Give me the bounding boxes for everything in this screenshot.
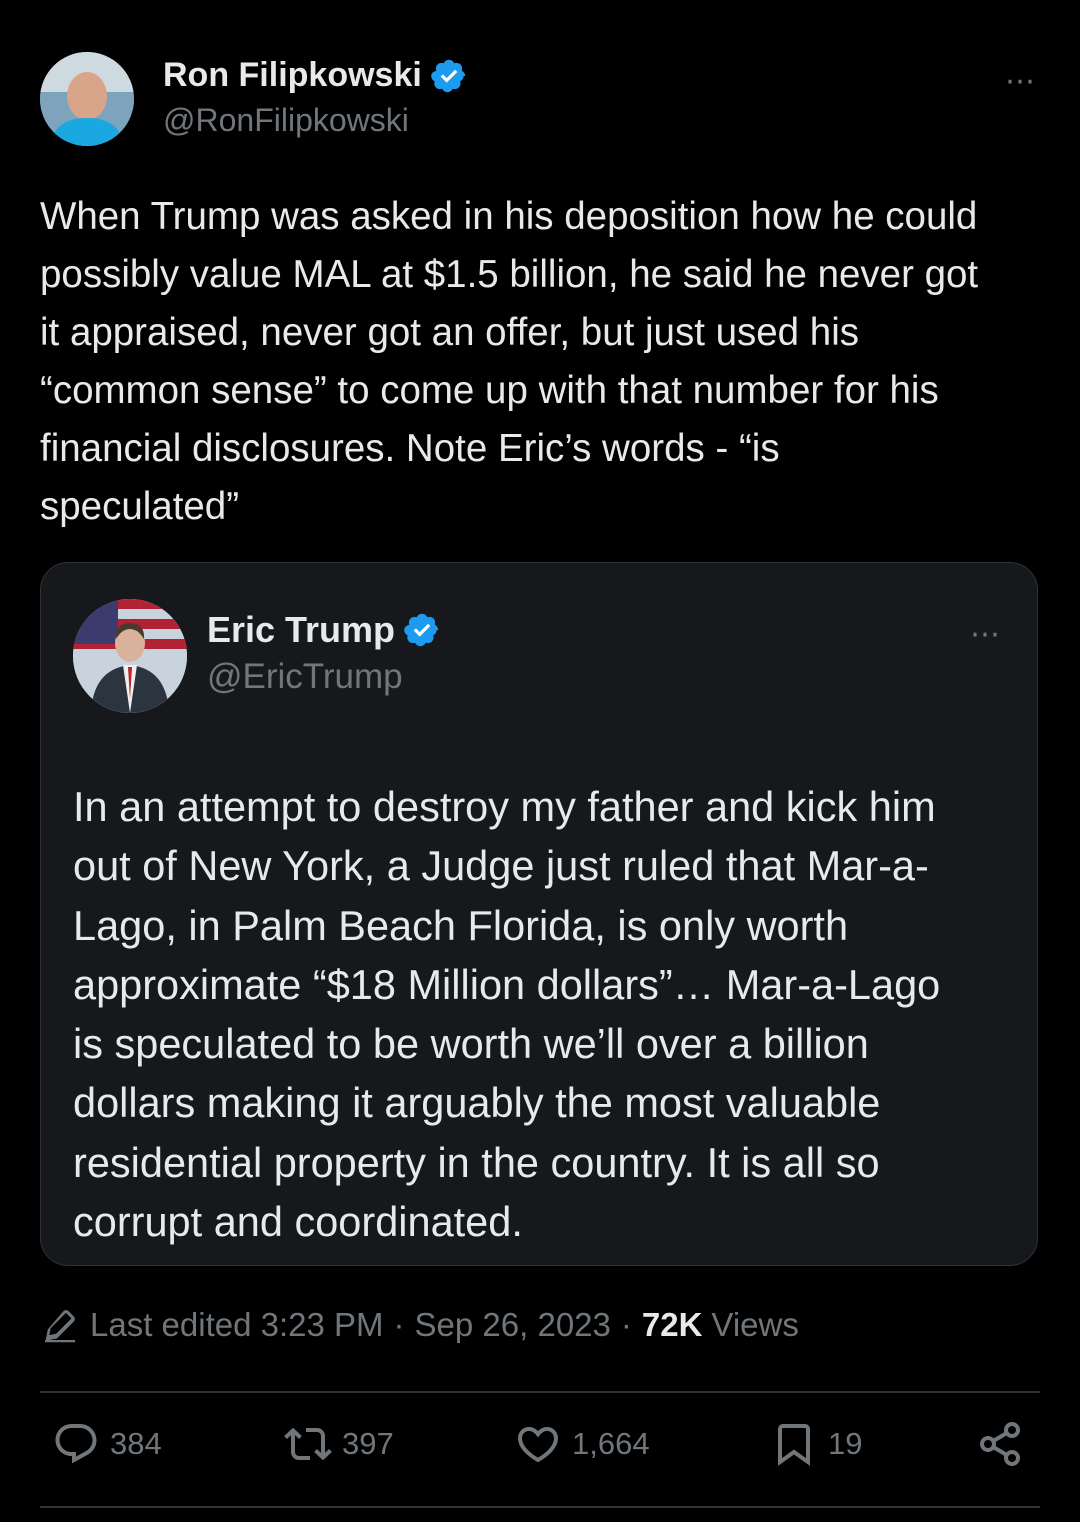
bookmark-count: 19 [828,1426,863,1461]
more-options-icon[interactable]: ⋯ [1005,64,1036,99]
tweet-line: financial disclosures. Note Eric’s words… [40,427,780,470]
quoted-tweet[interactable]: Eric Trump @EricTrump ⋯ In an attempt to… [40,562,1038,1266]
tweet-header: Ron Filipkowski @RonFilipkowski ⋯ [40,52,1040,152]
post-date[interactable]: Sep 26, 2023 [415,1306,611,1344]
tweet-meta: Last edited 3:23 PM · Sep 26, 2023 · 72K… [42,1306,799,1344]
separator: · [620,1306,632,1343]
reply-button[interactable]: 384 [52,1420,162,1468]
quote-line: out of New York, a Judge just ruled that… [73,842,929,890]
author-handle[interactable]: @RonFilipkowski [163,102,409,139]
last-edited[interactable]: Last edited 3:23 PM [90,1306,384,1344]
quote-author-name[interactable]: Eric Trump [207,609,395,651]
divider [40,1506,1040,1508]
share-button[interactable] [976,1420,1034,1468]
views-count: 72K [641,1306,703,1343]
repost-count: 397 [342,1426,394,1461]
quote-line: is speculated to be worth we’ll over a b… [73,1020,869,1068]
quote-line: corrupt and coordinated. [73,1198,523,1246]
quote-author-handle[interactable]: @EricTrump [207,657,403,697]
quote-line: Lago, in Palm Beach Florida, is only wor… [73,901,849,949]
verified-badge-icon [431,59,466,92]
heart-icon [517,1427,559,1463]
bookmark-icon [778,1424,810,1466]
avatar[interactable] [40,52,134,146]
reply-count: 384 [110,1426,162,1461]
bookmark-button[interactable]: 19 [770,1420,862,1468]
views-label: Views [711,1306,799,1343]
author-name[interactable]: Ron Filipkowski [163,56,422,95]
quote-line: approximate “$18 Million dollars”… Mar-a… [73,960,941,1008]
tweet-text: When Trump was asked in his deposition h… [40,188,1050,536]
edit-pencil-icon [45,1310,75,1343]
quote-more-options-icon[interactable]: ⋯ [970,617,1001,652]
like-button[interactable]: 1,664 [514,1420,650,1468]
tweet-line: speculated” [40,485,240,528]
quote-avatar[interactable] [73,599,187,713]
quote-line: dollars making it arguably the most valu… [73,1079,881,1127]
quote-line: In an attempt to destroy my father and k… [73,783,936,830]
quote-line: residential property in the country. It … [73,1138,880,1186]
share-icon [980,1422,1020,1466]
repost-button[interactable]: 397 [284,1420,394,1468]
tweet-line: it appraised, never got an offer, but ju… [40,311,860,354]
reply-icon [55,1424,97,1464]
quote-text: In an attempt to destroy my father and k… [73,777,1013,1251]
repost-icon [284,1427,332,1461]
action-bar: 384 397 1,664 19 [40,1420,1040,1484]
verified-badge-icon [404,613,439,647]
tweet-line: possibly value MAL at $1.5 billion, he s… [40,253,979,296]
separator: · [393,1306,405,1343]
like-count: 1,664 [572,1426,650,1461]
tweet-line: When Trump was asked in his deposition h… [40,195,978,238]
divider [40,1391,1040,1393]
tweet-line: “common sense” to come up with that numb… [40,369,939,412]
